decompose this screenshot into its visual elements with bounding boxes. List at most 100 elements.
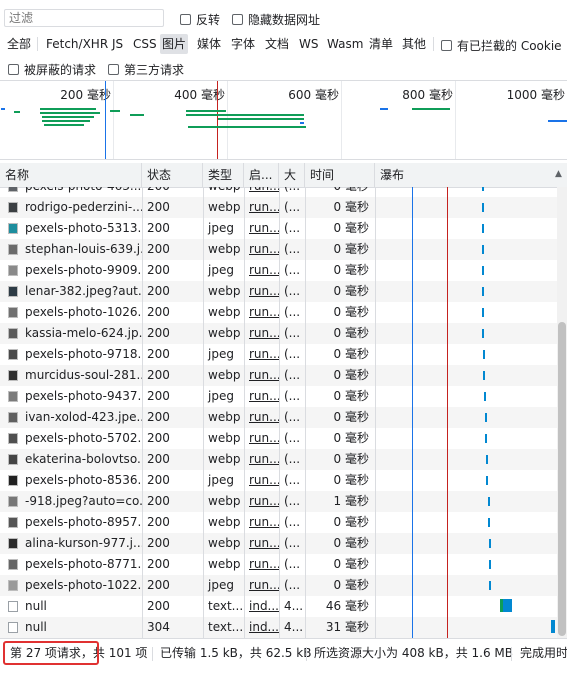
column-header-type[interactable]: 类型 (203, 163, 244, 187)
type-divider (433, 37, 434, 51)
request-name: -918.jpeg?auto=co... (25, 494, 142, 508)
type-filter-fetch-xhr[interactable]: Fetch/XHR (44, 34, 110, 54)
hide-data-urls-option[interactable]: 隐藏数据网址 (232, 11, 320, 28)
request-size: (... (284, 536, 301, 550)
column-divider (142, 187, 143, 638)
column-header-initiator[interactable]: 启... (244, 163, 279, 187)
type-filter-manifest[interactable]: 清单 (367, 34, 395, 54)
image-icon (8, 223, 18, 234)
request-status: 200 (147, 473, 170, 487)
request-initiator-link[interactable]: run... (244, 187, 279, 197)
sort-ascending-icon[interactable]: ▲ (555, 169, 562, 179)
type-filter-ws[interactable]: WS (297, 34, 320, 54)
request-size: (... (284, 200, 301, 214)
request-time: 0 毫秒 (333, 242, 369, 256)
filter-input[interactable] (4, 9, 164, 27)
type-filter-other[interactable]: 其他 (400, 34, 428, 54)
request-status: 200 (147, 431, 170, 445)
request-time: 0 毫秒 (305, 187, 375, 197)
waterfall-bar (484, 392, 486, 401)
waterfall-bar (488, 497, 490, 506)
type-filter-js[interactable]: JS (110, 34, 125, 54)
blocked-requests-option[interactable]: 被屏蔽的请求 (8, 61, 96, 78)
request-initiator-link[interactable]: run... (244, 533, 279, 554)
request-size: (... (284, 368, 301, 382)
third-party-option[interactable]: 第三方请求 (108, 61, 184, 78)
request-status: 200 (147, 347, 170, 361)
request-time: 0 毫秒 (333, 557, 369, 571)
request-initiator-link[interactable]: run... (244, 554, 279, 575)
type-filter-css[interactable]: CSS (131, 34, 159, 54)
overview-tick-label: 200 毫秒 (60, 88, 111, 102)
request-initiator-link[interactable]: run... (244, 449, 279, 470)
column-divider (203, 187, 204, 638)
request-initiator-link[interactable]: run... (244, 344, 279, 365)
column-header-status[interactable]: 状态 (142, 163, 203, 187)
type-filter-all[interactable]: 全部 (5, 34, 33, 54)
hide-data-urls-checkbox[interactable] (232, 14, 243, 25)
column-header-size[interactable]: 大 (279, 163, 305, 187)
request-initiator-link[interactable]: run... (244, 428, 279, 449)
request-size: (... (284, 326, 301, 340)
request-size: (... (284, 221, 301, 235)
request-type: webp (208, 515, 241, 529)
request-status: 200 (147, 599, 170, 613)
column-header-name[interactable]: 名称 (0, 163, 142, 187)
status-divider (511, 647, 512, 661)
request-initiator-link[interactable]: ind... (244, 596, 279, 617)
invert-option[interactable]: 反转 (180, 11, 220, 28)
type-filter-img[interactable]: 图片 (160, 34, 189, 54)
overview-request-bar (42, 120, 90, 122)
request-initiator-link[interactable]: run... (244, 239, 279, 260)
type-filter-wasm[interactable]: Wasm (325, 34, 365, 54)
request-initiator-link[interactable]: run... (244, 575, 279, 596)
request-time: 0 毫秒 (333, 389, 369, 403)
request-type: jpeg (208, 473, 234, 487)
scrollbar-thumb[interactable] (558, 322, 566, 636)
request-initiator-link[interactable]: run... (244, 470, 279, 491)
request-name: kassia-melo-624.jp... (25, 326, 142, 340)
request-status: 200 (147, 368, 170, 382)
column-header-waterfall[interactable]: 瀑布 (375, 163, 567, 187)
request-initiator-link[interactable]: run... (244, 365, 279, 386)
request-status: 200 (147, 221, 170, 235)
image-icon (8, 538, 18, 549)
overview-request-bar (42, 116, 94, 118)
request-initiator-link[interactable]: run... (244, 281, 279, 302)
request-initiator-link[interactable]: run... (244, 260, 279, 281)
request-time: 0 毫秒 (333, 431, 369, 445)
column-header-time[interactable]: 时间 (305, 163, 375, 187)
request-initiator-link[interactable]: run... (244, 512, 279, 533)
invert-checkbox[interactable] (180, 14, 191, 25)
waterfall-bar (482, 266, 484, 275)
overview-gridline (227, 81, 228, 159)
blocked-cookies-checkbox[interactable] (441, 40, 452, 51)
request-initiator-link[interactable]: run... (244, 386, 279, 407)
blocked-cookies-option[interactable]: 有已拦截的 Cookie (441, 37, 562, 54)
overview-gridline (455, 81, 456, 159)
request-name: ekaterina-bolovtso... (25, 452, 142, 466)
overview-request-bar (218, 118, 304, 120)
blocked-requests-checkbox[interactable] (8, 64, 19, 75)
request-initiator-link[interactable]: run... (244, 302, 279, 323)
request-initiator-link[interactable]: run... (244, 197, 279, 218)
third-party-checkbox[interactable] (108, 64, 119, 75)
request-type: webp (208, 494, 241, 508)
request-initiator-link[interactable]: run... (244, 407, 279, 428)
network-overview-timeline[interactable]: 200 毫秒 400 毫秒 600 毫秒 800 毫秒 1000 毫秒 (0, 80, 567, 160)
image-icon (8, 265, 18, 276)
request-initiator-link[interactable]: run... (244, 218, 279, 239)
request-initiator-link[interactable]: run... (244, 323, 279, 344)
request-name: pexels-photo-1026... (25, 305, 142, 319)
request-type: jpeg (208, 578, 234, 592)
request-initiator-link[interactable]: run... (244, 491, 279, 512)
type-filter-doc[interactable]: 文档 (263, 34, 291, 54)
type-filter-font[interactable]: 字体 (229, 34, 257, 54)
overview-gridline (341, 81, 342, 159)
type-filter-media[interactable]: 媒体 (195, 34, 223, 54)
overview-tick-label: 600 毫秒 (288, 88, 339, 102)
overview-tick-label: 800 毫秒 (402, 88, 453, 102)
overview-request-bar (186, 110, 226, 112)
request-initiator-link[interactable]: ind... (244, 617, 279, 638)
request-type: webp (208, 431, 241, 445)
